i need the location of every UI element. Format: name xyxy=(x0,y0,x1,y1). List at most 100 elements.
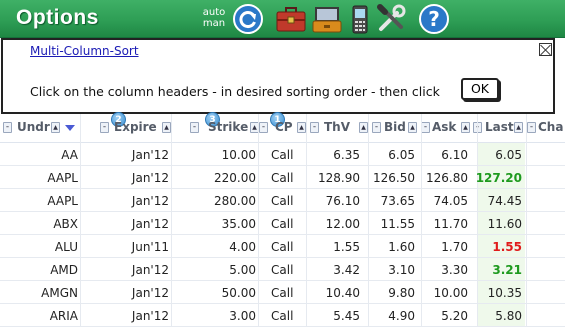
sort-toggle-icon[interactable]: ▲ xyxy=(461,122,470,133)
cell-cp: Call xyxy=(271,171,294,185)
cell-thv: 3.42 xyxy=(333,263,360,277)
cell-ask: 10.00 xyxy=(433,286,468,300)
phone-icon xyxy=(352,5,368,34)
cell-cp: Call xyxy=(271,194,294,208)
cell-expire: Jan'12 xyxy=(131,309,169,323)
column-collapse-control[interactable]: - xyxy=(527,122,536,133)
cell-strike: 10.00 xyxy=(221,148,256,162)
column-collapse-control[interactable]: - xyxy=(190,122,199,133)
column-collapse-control[interactable]: - xyxy=(3,122,12,133)
cell-thv: 76.10 xyxy=(325,194,360,208)
cell-expire: Jan'12 xyxy=(131,148,169,162)
cell-cp: Call xyxy=(271,240,294,254)
column-header-cp[interactable]: - 1 CP ▲ xyxy=(259,112,306,138)
cell-ask: 6.10 xyxy=(441,148,468,162)
app-header: Options auto man ? xyxy=(0,0,565,38)
table-row[interactable]: AMD Jan'12 5.00 Call 3.42 3.10 3.30 3.21 xyxy=(0,258,565,281)
tools-icon xyxy=(377,4,406,31)
help-button[interactable]: ? xyxy=(418,3,450,35)
cell-undr: AAPL xyxy=(47,171,78,185)
help-icon: ? xyxy=(419,4,449,34)
column-label: CP xyxy=(275,120,293,134)
cell-last: 10.35 xyxy=(487,286,522,300)
cell-last: 1.55 xyxy=(492,240,522,254)
cell-strike: 3.00 xyxy=(229,309,256,323)
sort-toggle-icon[interactable]: ▲ xyxy=(359,122,368,133)
sort-toggle-icon[interactable]: ▲ xyxy=(297,122,306,133)
sort-toggle-icon[interactable]: ▲ xyxy=(408,122,417,133)
column-collapse-control[interactable]: - xyxy=(421,122,430,133)
column-collapse-control[interactable]: - xyxy=(310,122,319,133)
cell-last: 74.45 xyxy=(487,194,522,208)
cell-bid: 6.05 xyxy=(388,148,415,162)
cell-cp: Call xyxy=(271,148,294,162)
multi-column-sort-title[interactable]: Multi-Column-Sort xyxy=(30,44,139,58)
phone-button[interactable] xyxy=(344,3,376,35)
cell-strike: 220.00 xyxy=(214,171,256,185)
column-collapse-control[interactable]: - xyxy=(372,122,381,133)
cell-expire: Jan'12 xyxy=(131,171,169,185)
column-header-strike[interactable]: - 3 Strike ▲ xyxy=(188,112,259,138)
svg-text:?: ? xyxy=(428,7,440,31)
column-collapse-control[interactable]: - xyxy=(100,122,109,133)
table-row[interactable]: ABX Jan'12 35.00 Call 12.00 11.55 11.70 … xyxy=(0,212,565,235)
cell-ask: 11.70 xyxy=(433,217,468,231)
refresh-button[interactable] xyxy=(232,3,264,35)
column-header-thv[interactable]: - ThV ▲ xyxy=(308,118,368,138)
toolbox-button[interactable] xyxy=(275,3,307,35)
column-label: Cha xyxy=(538,120,564,134)
settings-tools-button[interactable] xyxy=(375,3,407,35)
column-header-undr[interactable]: - Undr ▲ xyxy=(0,118,80,138)
cell-thv: 12.00 xyxy=(325,217,360,231)
cell-ask: 1.70 xyxy=(441,240,468,254)
column-header-ask[interactable]: - Ask ▲ xyxy=(421,118,477,138)
cell-thv: 1.55 xyxy=(333,240,360,254)
table-row[interactable]: AA Jan'12 10.00 Call 6.35 6.05 6.10 6.05 xyxy=(0,143,565,166)
cell-undr: AMGN xyxy=(41,286,78,300)
column-label: ThV xyxy=(324,120,351,134)
close-icon[interactable] xyxy=(539,43,552,56)
automan-label[interactable]: auto man xyxy=(199,7,229,29)
ok-button[interactable]: OK xyxy=(461,78,499,100)
automan-line-2: man xyxy=(202,18,226,29)
cell-undr: AAPL xyxy=(47,194,78,208)
cell-thv: 10.40 xyxy=(325,286,360,300)
cell-thv: 6.35 xyxy=(333,148,360,162)
column-label: Ask xyxy=(432,120,457,134)
cell-cp: Call xyxy=(271,286,294,300)
column-collapse-control[interactable]: - xyxy=(259,122,268,133)
table-row[interactable]: AAPL Jan'12 280.00 Call 76.10 73.65 74.0… xyxy=(0,189,565,212)
sort-toggle-icon[interactable]: ▲ xyxy=(514,122,523,133)
table-row[interactable]: AAPL Jan'12 220.00 Call 128.90 126.50 12… xyxy=(0,166,565,189)
cell-undr: AA xyxy=(61,148,78,162)
column-header-last[interactable]: - Last ▲ xyxy=(473,118,527,138)
sort-toggle-icon[interactable]: ▲ xyxy=(162,122,171,133)
column-label: Strike xyxy=(208,120,249,134)
column-header-bid[interactable]: - Bid ▲ xyxy=(370,118,422,138)
cell-ask: 5.20 xyxy=(441,309,468,323)
cell-bid: 4.90 xyxy=(388,309,415,323)
column-header-expire[interactable]: - 2 Expire ▲ xyxy=(98,112,171,138)
table-row[interactable]: AMGN Jan'12 50.00 Call 10.40 9.80 10.00 … xyxy=(0,281,565,304)
table-row[interactable]: ALU Jun'11 4.00 Call 1.55 1.60 1.70 1.55 xyxy=(0,235,565,258)
cell-bid: 11.55 xyxy=(380,217,415,231)
cell-strike: 5.00 xyxy=(229,263,256,277)
toolbox-icon xyxy=(276,7,306,32)
table-header: - Undr ▲ - 2 Expire ▲ - 3 Strike ▲ - 1 C… xyxy=(0,112,565,143)
cell-strike: 280.00 xyxy=(214,194,256,208)
automan-line-1: auto xyxy=(202,7,226,18)
cell-cp: Call xyxy=(271,217,294,231)
cell-last: 3.21 xyxy=(492,263,522,277)
sort-descending-icon xyxy=(65,125,75,131)
cell-expire: Jan'12 xyxy=(131,263,169,277)
cell-thv: 128.90 xyxy=(318,171,360,185)
table-row[interactable]: ARIA Jan'12 3.00 Call 5.45 4.90 5.20 5.8… xyxy=(0,304,565,327)
cell-expire: Jan'12 xyxy=(131,194,169,208)
cell-expire: Jan'12 xyxy=(131,217,169,231)
sort-toggle-icon[interactable]: ▲ xyxy=(51,122,60,133)
column-header-change[interactable]: - Cha xyxy=(527,118,565,138)
briefcase-button[interactable] xyxy=(311,3,343,35)
cell-cp: Call xyxy=(271,263,294,277)
cell-undr: ALU xyxy=(54,240,78,254)
cell-ask: 74.05 xyxy=(433,194,468,208)
